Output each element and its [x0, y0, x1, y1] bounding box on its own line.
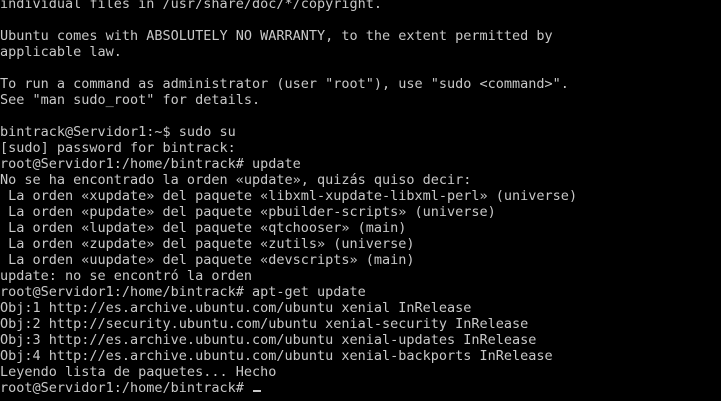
terminal-line: individual files in /usr/share/doc/*/cop…: [0, 0, 383, 12]
terminal-line: La orden «xupdate» del paquete «libxml-x…: [0, 188, 578, 204]
terminal-line: La orden «pupdate» del paquete «pbuilder…: [0, 204, 496, 220]
terminal-line: Obj:1 http://es.archive.ubuntu.com/ubunt…: [0, 300, 472, 316]
text-cursor[interactable]: [252, 390, 261, 392]
terminal-line: La orden «lupdate» del paquete «qtchoose…: [0, 220, 407, 236]
terminal-line: No se ha encontrado la orden «update», q…: [0, 172, 472, 188]
terminal-line: Obj:4 http://es.archive.ubuntu.com/ubunt…: [0, 348, 553, 364]
command-prompt-line[interactable]: root@Servidor1:/home/bintrack#: [0, 380, 577, 396]
terminal-line: update: no se encontró la orden: [0, 268, 252, 284]
terminal-line: Obj:3 http://es.archive.ubuntu.com/ubunt…: [0, 332, 537, 348]
terminal-line: Obj:2 http://security.ubuntu.com/ubuntu …: [0, 316, 529, 332]
terminal-line: La orden «uupdate» del paquete «devscrip…: [0, 252, 415, 268]
terminal-line: Leyendo lista de paquetes... Hecho: [0, 364, 277, 380]
terminal-window[interactable]: individual files in /usr/share/doc/*/cop…: [0, 0, 721, 401]
terminal-output: individual files in /usr/share/doc/*/cop…: [0, 0, 577, 396]
terminal-line: To run a command as administrator (user …: [0, 76, 569, 92]
terminal-line: bintrack@Servidor1:~$ sudo su: [0, 124, 236, 140]
terminal-line: root@Servidor1:/home/bintrack# apt-get u…: [0, 284, 366, 300]
terminal-line: La orden «zupdate» del paquete «zutils» …: [0, 236, 415, 252]
terminal-line: root@Servidor1:/home/bintrack# update: [0, 156, 301, 172]
terminal-line: Ubuntu comes with ABSOLUTELY NO WARRANTY…: [0, 28, 553, 44]
terminal-line: applicable law.: [0, 44, 122, 60]
shell-prompt: root@Servidor1:/home/bintrack#: [0, 380, 252, 396]
terminal-line: [sudo] password for bintrack:: [0, 140, 236, 156]
terminal-line: See "man sudo_root" for details.: [0, 92, 261, 108]
